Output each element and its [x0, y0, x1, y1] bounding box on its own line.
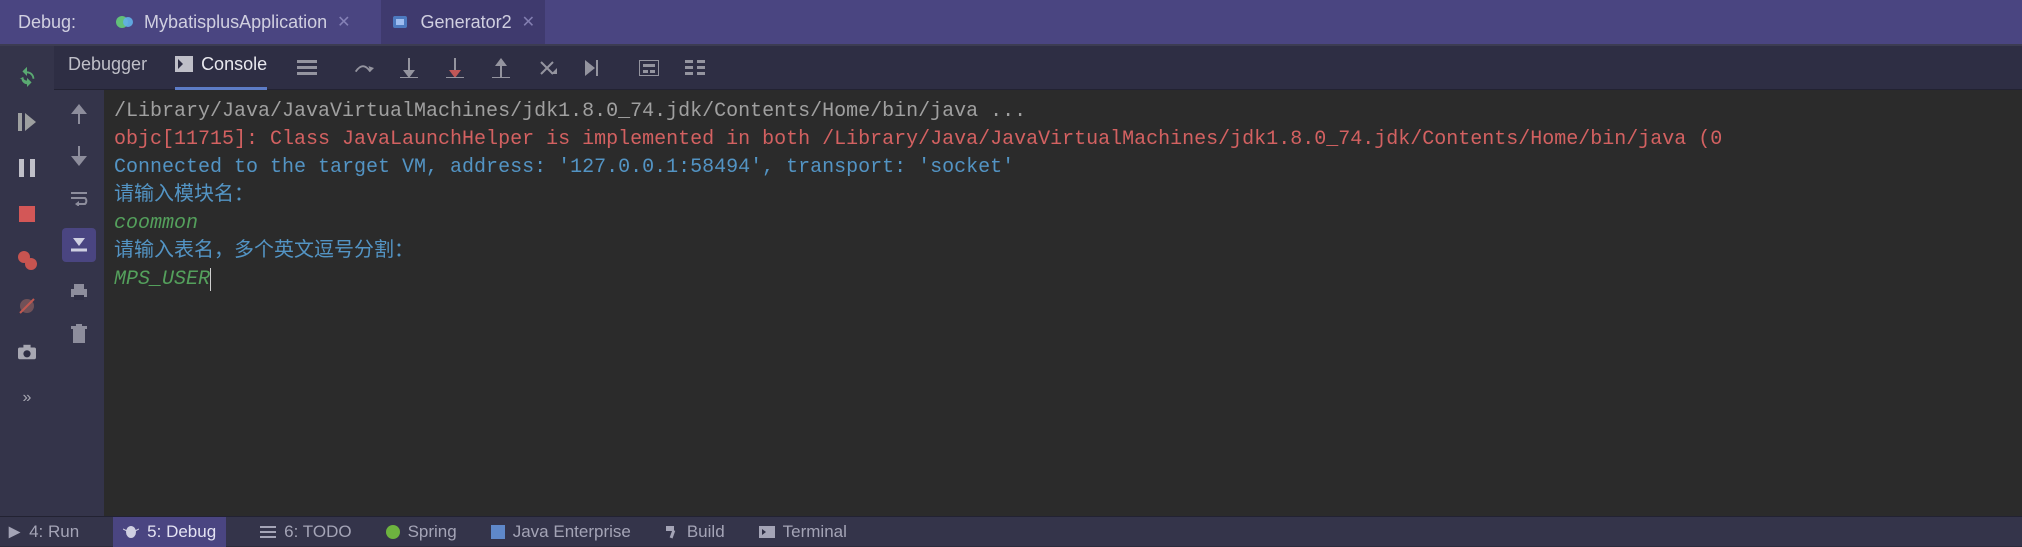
- toolwin-debug[interactable]: 5: Debug: [113, 517, 226, 547]
- toolwin-spring[interactable]: Spring: [386, 522, 457, 542]
- toolwin-java-enterprise[interactable]: Java Enterprise: [491, 522, 631, 542]
- drop-frame-icon[interactable]: [535, 56, 559, 80]
- pause-icon[interactable]: [15, 156, 39, 180]
- console-output[interactable]: /Library/Java/JavaVirtualMachines/jdk1.8…: [104, 90, 2022, 516]
- debug-header: Debug: MybatisplusApplication ✕ Generato…: [0, 0, 2022, 44]
- more-icon[interactable]: »: [15, 386, 39, 410]
- list-icon: [260, 526, 276, 538]
- console-line-connected: Connected to the target VM, address: '12…: [114, 156, 1014, 179]
- toolwin-todo[interactable]: 6: TODO: [260, 522, 351, 542]
- scroll-down-icon[interactable]: [67, 144, 91, 168]
- thread-list-icon[interactable]: [295, 56, 319, 80]
- console-line-jvm: /Library/Java/JavaVirtualMachines/jdk1.8…: [114, 100, 1026, 123]
- resume-icon[interactable]: [15, 110, 39, 134]
- view-breakpoints-icon[interactable]: [15, 248, 39, 272]
- step-out-icon[interactable]: [489, 56, 513, 80]
- stop-icon[interactable]: [15, 202, 39, 226]
- close-icon[interactable]: ✕: [337, 12, 350, 32]
- spring-icon: [386, 525, 400, 539]
- close-icon[interactable]: ✕: [522, 12, 535, 32]
- step-into-icon[interactable]: [397, 56, 421, 80]
- toolwin-build[interactable]: Build: [665, 522, 725, 542]
- scroll-up-icon[interactable]: [67, 102, 91, 126]
- jee-icon: [491, 525, 505, 539]
- clear-all-icon[interactable]: [67, 322, 91, 346]
- debug-tab-generator2[interactable]: Generator2 ✕: [381, 0, 545, 44]
- run-icon: ▶: [9, 523, 21, 541]
- tab-console[interactable]: Console: [175, 46, 267, 90]
- console-tool-rail: [54, 90, 104, 516]
- run-config-icon: [391, 12, 411, 32]
- evaluate-expression-icon[interactable]: [637, 56, 661, 80]
- mute-breakpoints-icon[interactable]: [15, 294, 39, 318]
- tool-window-bar: ▶ 4: Run 5: Debug 6: TODO Spring Java En…: [0, 516, 2022, 546]
- run-to-cursor-icon[interactable]: [581, 56, 605, 80]
- terminal-icon: [759, 526, 775, 538]
- execution-rail: »: [0, 46, 54, 516]
- debug-tab-mybatisplus[interactable]: MybatisplusApplication ✕: [104, 0, 361, 44]
- force-step-into-icon[interactable]: [443, 56, 467, 80]
- bug-icon: [123, 525, 139, 539]
- console-line-prompt-module: 请输入模块名：: [114, 184, 254, 207]
- rerun-icon[interactable]: [15, 64, 39, 88]
- console-line-prompt-table: 请输入表名，多个英文逗号分割：: [114, 240, 414, 263]
- console-line-input-module: coommon: [114, 212, 198, 235]
- step-over-icon[interactable]: [351, 56, 375, 80]
- run-config-icon: [114, 12, 134, 32]
- debug-label: Debug:: [18, 12, 76, 33]
- camera-icon[interactable]: [15, 340, 39, 364]
- console-line-objc: objc[11715]: Class JavaLaunchHelper is i…: [114, 128, 1722, 151]
- print-icon[interactable]: [67, 280, 91, 304]
- hammer-icon: [665, 525, 679, 539]
- console-icon: [175, 56, 193, 72]
- debug-toolbar: Debugger Console: [54, 46, 2022, 90]
- tab-label: Generator2: [421, 12, 512, 33]
- toolwin-run[interactable]: ▶ 4: Run: [8, 522, 79, 542]
- toolwin-terminal[interactable]: Terminal: [759, 522, 847, 542]
- trace-current-stream-icon[interactable]: [683, 56, 707, 80]
- tab-label: MybatisplusApplication: [144, 12, 327, 33]
- tab-debugger[interactable]: Debugger: [68, 46, 147, 90]
- scroll-to-end-icon[interactable]: [62, 228, 96, 262]
- console-line-input-table: MPS_USER: [114, 268, 211, 291]
- soft-wrap-icon[interactable]: [67, 186, 91, 210]
